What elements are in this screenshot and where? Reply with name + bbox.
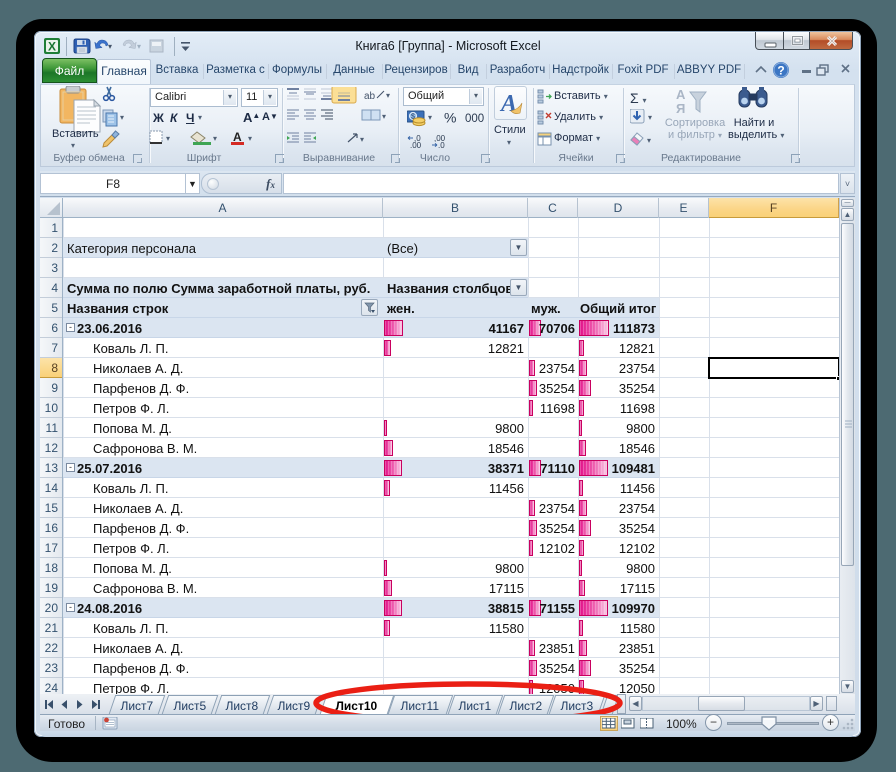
svg-text:▾: ▾ (382, 112, 386, 121)
svg-text:▾: ▾ (360, 135, 364, 144)
svg-text:Я: Я (676, 101, 685, 116)
svg-text:ab: ab (364, 91, 376, 102)
svg-text:A: A (233, 130, 242, 144)
svg-text:▾: ▾ (647, 136, 651, 145)
svg-text:▾: ▾ (386, 91, 390, 100)
svg-text:X: X (48, 40, 56, 54)
svg-text:▾: ▾ (120, 113, 124, 122)
svg-text:%: % (444, 110, 456, 126)
svg-text:▾: ▾ (166, 134, 170, 143)
svg-text:?: ? (777, 64, 784, 78)
svg-text:▾: ▾ (213, 134, 217, 143)
svg-text:,0: ,0 (438, 141, 445, 148)
svg-text:▾: ▾ (428, 113, 432, 122)
svg-text:▾: ▾ (248, 134, 252, 143)
svg-text:,00: ,00 (410, 141, 422, 148)
svg-text:▾: ▾ (648, 113, 652, 122)
svg-text:▾: ▾ (108, 42, 112, 51)
svg-text:▾: ▾ (137, 42, 141, 51)
svg-text:А: А (676, 87, 686, 102)
svg-text:000: 000 (465, 113, 484, 125)
